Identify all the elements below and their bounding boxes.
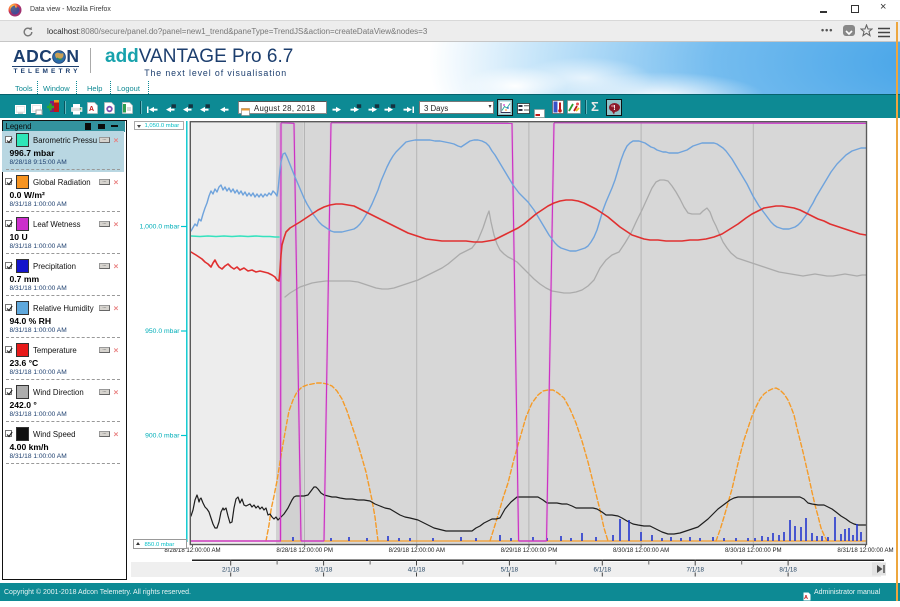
- svg-text:4/1/18: 4/1/18: [408, 567, 426, 574]
- svg-text:5/1/18: 5/1/18: [501, 567, 519, 574]
- svg-text:950.0 mbar: 950.0 mbar: [145, 328, 180, 335]
- svg-text:8/28/18 12:00:00 PM: 8/28/18 12:00:00 PM: [276, 547, 333, 554]
- svg-text:6/1/18: 6/1/18: [594, 567, 612, 574]
- svg-text:A: A: [804, 595, 808, 601]
- svg-text:8/29/18 12:00:00 AM: 8/29/18 12:00:00 AM: [389, 547, 445, 554]
- svg-text:900.0 mbar: 900.0 mbar: [145, 433, 180, 440]
- svg-text:1,000.0 mbar: 1,000.0 mbar: [139, 224, 180, 231]
- svg-text:8/31/18 12:00:00 AM: 8/31/18 12:00:00 AM: [837, 547, 893, 554]
- svg-text:8/29/18 12:00:00 PM: 8/29/18 12:00:00 PM: [501, 547, 558, 554]
- svg-text:2/1/18: 2/1/18: [222, 567, 240, 574]
- svg-text:8/30/18 12:00:00 AM: 8/30/18 12:00:00 AM: [613, 547, 669, 554]
- svg-text:8/30/18 12:00:00 PM: 8/30/18 12:00:00 PM: [725, 547, 782, 554]
- svg-text:3/1/18: 3/1/18: [315, 567, 333, 574]
- svg-text:8/1/18: 8/1/18: [779, 567, 797, 574]
- svg-text:7/1/18: 7/1/18: [686, 567, 704, 574]
